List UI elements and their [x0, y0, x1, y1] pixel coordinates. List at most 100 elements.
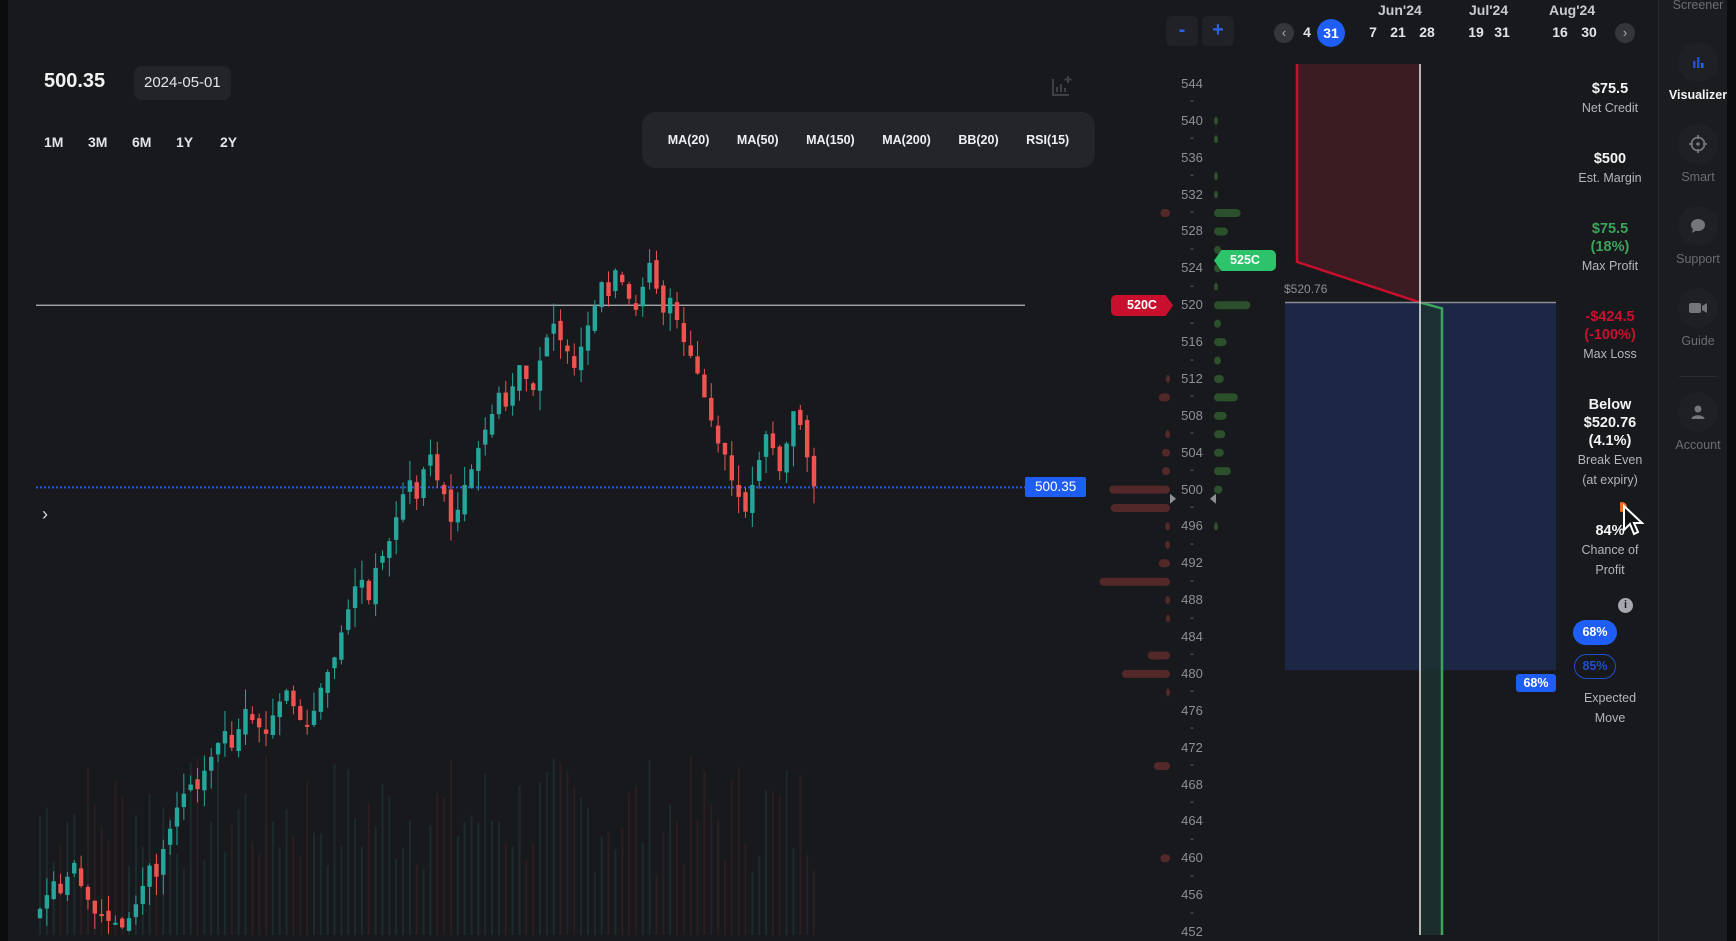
zoom-in-button[interactable]: +: [1202, 16, 1234, 46]
candle-body: [455, 509, 461, 523]
put-open-interest-bar: [1166, 688, 1170, 697]
call-open-interest-bar: [1214, 135, 1218, 144]
candle-body: [380, 555, 385, 563]
range-6m[interactable]: 6M: [132, 134, 176, 150]
bar-chart-icon: [1678, 42, 1718, 82]
sidebar-item-support[interactable]: Support: [1659, 206, 1736, 266]
volume-bar: [737, 767, 740, 935]
put-open-interest-bar: [1099, 577, 1170, 586]
sidebar-item-smart[interactable]: Smart: [1659, 124, 1736, 184]
expiry-date[interactable]: 30: [1576, 24, 1602, 40]
range-3m[interactable]: 3M: [88, 134, 132, 150]
call-open-interest-bar: [1214, 319, 1221, 328]
price-axis-tick: -: [1190, 722, 1194, 735]
prev-dates-chevron-icon[interactable]: ‹: [1274, 23, 1294, 43]
price-axis-label: 492: [1181, 555, 1203, 571]
range-2y[interactable]: 2Y: [220, 134, 264, 150]
price-axis-tick: -: [1190, 390, 1194, 403]
chat-bubble-icon: [1678, 206, 1718, 246]
max-loss-value: -$424.5: [1585, 309, 1635, 325]
expiry-date[interactable]: 16: [1547, 24, 1573, 40]
date-picker[interactable]: 2024-05-01: [134, 66, 231, 100]
call-open-interest-bar: [1214, 301, 1251, 310]
expiry-date[interactable]: 31: [1489, 24, 1515, 40]
expected-move-68-toggle[interactable]: 68%: [1573, 620, 1617, 645]
candle-body: [126, 918, 132, 931]
call-open-interest-bar: [1214, 338, 1227, 347]
volume-bar: [792, 847, 795, 935]
volume-bar: [573, 785, 576, 935]
long-call-strike-tag[interactable]: 525C: [1214, 250, 1276, 271]
net-credit-label: Net Credit: [1581, 101, 1639, 115]
candle-body: [209, 756, 214, 771]
candle-body: [106, 910, 111, 921]
candle-body: [743, 492, 748, 512]
volume-bar: [628, 792, 631, 935]
price-axis-tick: -: [1190, 759, 1194, 772]
expected-move-85-toggle[interactable]: 85%: [1574, 654, 1616, 679]
candle-body: [551, 323, 556, 334]
indicator-ma150[interactable]: MA(150): [806, 133, 855, 147]
price-axis-label: 516: [1181, 334, 1203, 350]
add-chart-icon[interactable]: [1050, 74, 1074, 98]
volume-bar: [696, 820, 699, 935]
indicator-ma200[interactable]: MA(200): [882, 133, 931, 147]
user-icon: [1678, 392, 1718, 432]
expiry-date-selected[interactable]: 31: [1317, 19, 1345, 47]
info-icon[interactable]: i: [1618, 598, 1633, 613]
candle-body: [585, 325, 591, 351]
price-axis-tick: -: [1190, 316, 1194, 329]
volume-bar: [121, 796, 124, 935]
put-open-interest-bar: [1166, 614, 1170, 623]
expand-panel-chevron-icon[interactable]: ›: [42, 504, 58, 526]
price-axis-tick: -: [1190, 206, 1194, 219]
price-axis-tick: -: [1190, 685, 1194, 698]
expiry-date[interactable]: 7: [1360, 24, 1386, 40]
indicator-bb20[interactable]: BB(20): [958, 133, 998, 147]
volume-bar: [422, 869, 425, 935]
candle-body: [99, 914, 104, 917]
candle-body: [236, 729, 241, 751]
sidebar-item-screener[interactable]: Screener: [1659, 0, 1736, 12]
sidebar-item-visualizer[interactable]: Visualizer: [1659, 42, 1736, 102]
zoom-out-button[interactable]: -: [1166, 16, 1198, 46]
range-1y[interactable]: 1Y: [176, 134, 220, 150]
volume-bar: [710, 804, 713, 935]
expiry-date[interactable]: 21: [1385, 24, 1411, 40]
volume-bar: [518, 785, 521, 935]
candle-body: [640, 286, 645, 307]
candle-body: [270, 715, 276, 735]
put-open-interest-bar: [1165, 522, 1170, 531]
candle-body: [119, 918, 125, 928]
price-axis-label: 508: [1181, 407, 1203, 423]
expiry-date[interactable]: 28: [1414, 24, 1440, 40]
candle-body: [311, 710, 317, 725]
price-axis-tick: -: [1190, 501, 1194, 513]
sidebar-item-label: Support: [1676, 252, 1720, 266]
candle-body: [161, 849, 166, 875]
expiry-date[interactable]: 19: [1463, 24, 1489, 40]
candle-body: [592, 305, 598, 331]
put-open-interest-bar: [1160, 209, 1170, 218]
put-open-interest-bar: [1158, 393, 1170, 402]
next-dates-chevron-icon[interactable]: ›: [1615, 23, 1635, 43]
indicator-bar: MA(20) MA(50) MA(150) MA(200) BB(20) RSI…: [642, 112, 1095, 168]
volume-bar: [614, 849, 617, 935]
sidebar-item-label: Smart: [1681, 170, 1715, 184]
candle-body: [729, 455, 735, 481]
candle-body: [366, 580, 371, 601]
indicator-ma50[interactable]: MA(50): [737, 133, 779, 147]
range-1m[interactable]: 1M: [44, 134, 88, 150]
sidebar-item-account[interactable]: Account: [1659, 392, 1736, 452]
est-margin-value: $500: [1593, 151, 1627, 167]
candle-body: [544, 337, 550, 357]
short-call-strike-tag[interactable]: 520C: [1111, 295, 1173, 316]
candle-body: [421, 469, 426, 499]
volume-bar: [374, 826, 377, 935]
candle-body: [277, 701, 282, 718]
indicator-rsi15[interactable]: RSI(15): [1026, 133, 1069, 147]
indicator-ma20[interactable]: MA(20): [668, 133, 710, 147]
volume-bar: [217, 760, 220, 935]
sidebar-item-guide[interactable]: Guide: [1659, 288, 1736, 348]
call-open-interest-bar: [1214, 227, 1228, 236]
